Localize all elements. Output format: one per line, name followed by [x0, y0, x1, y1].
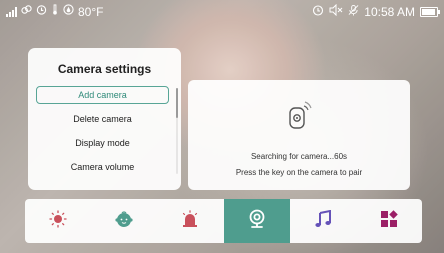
- brightness-icon: [49, 209, 67, 233]
- status-left: 80°F: [6, 4, 103, 19]
- nav-item-alarm[interactable]: [157, 199, 223, 243]
- menu-item-display-mode[interactable]: Display mode: [36, 134, 169, 152]
- nav-item-brightness[interactable]: [25, 199, 91, 243]
- timer-icon: [36, 4, 47, 19]
- search-status-text: Searching for camera...60s: [250, 152, 348, 161]
- apps-icon: [380, 209, 398, 233]
- mic-off-icon: [348, 4, 359, 20]
- nav-item-baby[interactable]: [91, 199, 157, 243]
- menu-item-add-camera[interactable]: Add camera: [36, 86, 169, 104]
- music-icon: [314, 209, 332, 233]
- alarm-icon: [181, 209, 199, 233]
- temperature-text: 80°F: [78, 4, 104, 19]
- status-bar: 80°F 10:58 AM: [0, 0, 444, 24]
- volume-mute-icon: [329, 3, 343, 20]
- pairing-hint-text: Press the key on the camera to pair: [235, 168, 363, 177]
- camera-search-panel: Searching for camera...60s Press the key…: [188, 80, 410, 190]
- status-right: 10:58 AM: [312, 3, 440, 20]
- baby-face-icon: [114, 210, 134, 233]
- alarm-clock-icon: [312, 4, 324, 20]
- humidity-icon: [63, 4, 74, 19]
- screen: 80°F 10:58 AM Camera settings Add camera…: [0, 0, 444, 253]
- nav-item-camera[interactable]: [223, 199, 290, 243]
- camera-settings-panel: Camera settings Add camera Delete camera…: [28, 48, 181, 190]
- thermometer-icon: [51, 4, 59, 19]
- panel-title: Camera settings: [57, 62, 152, 76]
- battery-icon: [420, 7, 440, 17]
- camera-icon: [248, 209, 266, 234]
- nav-item-music[interactable]: [290, 199, 356, 243]
- link-icon: [21, 4, 32, 19]
- time-text: 10:58 AM: [364, 5, 415, 19]
- bottom-nav: [25, 199, 422, 243]
- signal-icon: [6, 6, 17, 17]
- nav-item-apps[interactable]: [356, 199, 422, 243]
- menu-item-delete-camera[interactable]: Delete camera: [36, 110, 169, 128]
- scrollbar-thumb[interactable]: [176, 88, 178, 118]
- menu-item-camera-volume[interactable]: Camera volume: [36, 158, 169, 176]
- camera-searching-icon: [288, 100, 312, 130]
